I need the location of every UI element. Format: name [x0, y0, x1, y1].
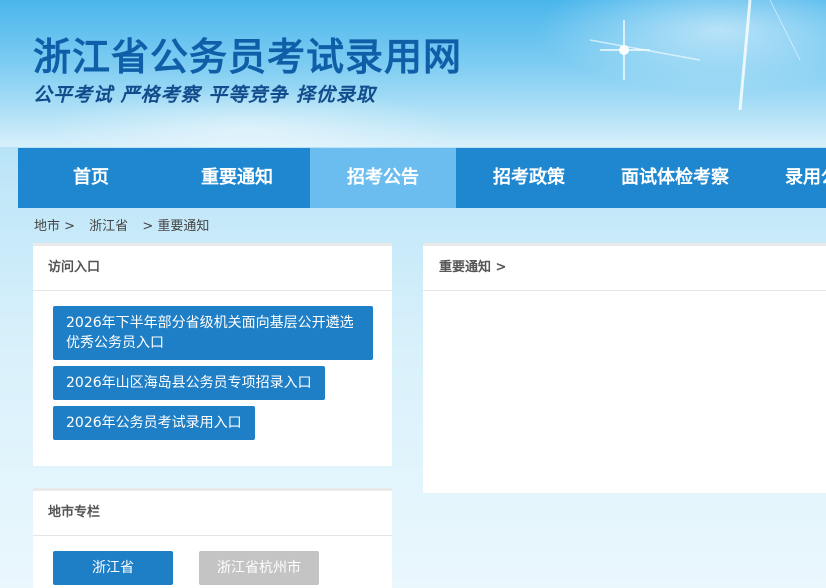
city-button-row: 浙江省 浙江省杭州市 [33, 536, 392, 585]
site-title: 浙江省公务员考试录用网 [33, 35, 463, 79]
nav-item-home[interactable]: 首页 [18, 148, 164, 208]
access-panel: 访问入口 2026年下半年部分省级机关面向基层公开遴选优秀公务员入口 2026年… [33, 243, 392, 466]
city-panel-title: 地市专栏 [33, 491, 392, 536]
site-slogan: 公平考试 严格考察 平等竞争 择优录取 [33, 84, 376, 106]
nav-item-recruitment-policy[interactable]: 招考政策 [456, 148, 602, 208]
site-header: 浙江省公务员考试录用网 公平考试 严格考察 平等竞争 择优录取 [0, 0, 826, 147]
access-link-selection-exam[interactable]: 2026年下半年部分省级机关面向基层公开遴选优秀公务员入口 [53, 306, 373, 360]
access-link-civil-service-exam[interactable]: 2026年公务员考试录用入口 [53, 406, 255, 440]
nav-item-hiring-publicity[interactable]: 录用公示 [748, 148, 826, 208]
sparkle-decoration-icon [589, 0, 801, 111]
access-link-list: 2026年下半年部分省级机关面向基层公开遴选优秀公务员入口 2026年山区海岛县… [33, 291, 392, 446]
access-panel-title: 访问入口 [33, 246, 392, 291]
nav-item-recruitment-announcements[interactable]: 招考公告 [310, 148, 456, 208]
nav-item-interview-physical-exam[interactable]: 面试体检考察 [602, 148, 748, 208]
nav-item-important-notices[interactable]: 重要通知 [164, 148, 310, 208]
notice-panel-title[interactable]: 重要通知 > [423, 246, 826, 291]
city-button-hangzhou[interactable]: 浙江省杭州市 [199, 551, 319, 585]
breadcrumb: 地市 > 浙江省 > 重要通知 [34, 215, 209, 234]
city-button-zhejiang[interactable]: 浙江省 [53, 551, 173, 585]
breadcrumb-link-city[interactable]: 地市 > [34, 219, 75, 234]
main-nav: 首页 重要通知 招考公告 招考政策 面试体检考察 录用公示 [18, 148, 826, 208]
notice-panel: 重要通知 > [423, 243, 826, 493]
breadcrumb-current: > 重要通知 [142, 219, 210, 234]
access-link-mountain-island-recruitment[interactable]: 2026年山区海岛县公务员专项招录入口 [53, 366, 325, 400]
breadcrumb-link-zhejiang[interactable]: 浙江省 [89, 219, 128, 234]
city-column-panel: 地市专栏 浙江省 浙江省杭州市 [33, 488, 392, 588]
